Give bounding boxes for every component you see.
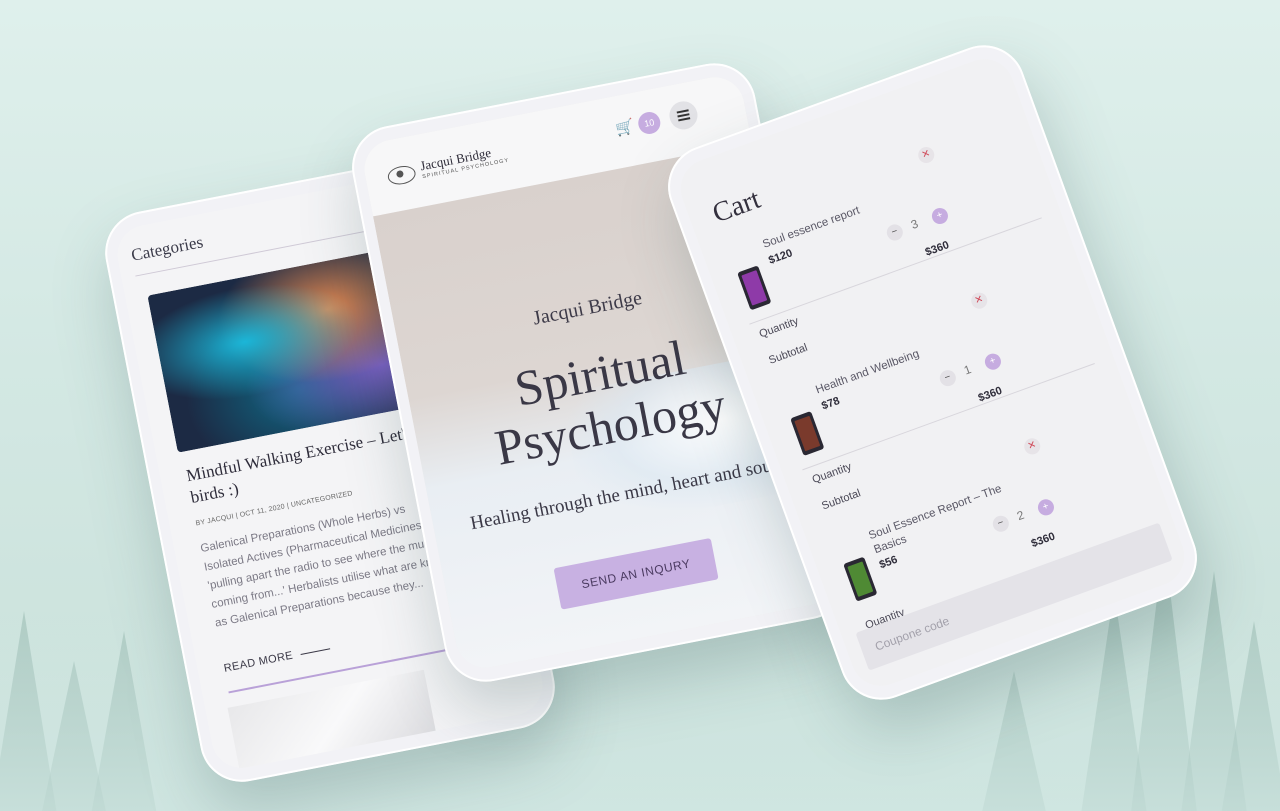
categories-label: Categories: [129, 232, 205, 265]
item-total: $360: [1029, 530, 1057, 551]
read-more-label: READ MORE: [222, 649, 295, 675]
quantity-value: 1: [962, 362, 974, 378]
quantity-value: 3: [909, 216, 921, 232]
cart-icon[interactable]: 🛒: [614, 117, 636, 138]
send-inquiry-button[interactable]: SEND AN INQURY: [553, 537, 719, 610]
increase-qty-button[interactable]: +: [982, 351, 1004, 372]
hamburger-menu-icon[interactable]: [667, 98, 700, 132]
product-name[interactable]: Soul essence report: [761, 187, 907, 252]
remove-item-icon[interactable]: ✕: [915, 144, 937, 166]
product-price: $78: [820, 394, 842, 413]
product-thumbnail[interactable]: [737, 265, 772, 311]
decrease-qty-button[interactable]: −: [884, 222, 906, 243]
decrease-qty-button[interactable]: −: [990, 513, 1012, 534]
cart-count-badge[interactable]: 10: [636, 110, 663, 136]
eye-logo-icon[interactable]: [386, 163, 418, 187]
increase-qty-button[interactable]: +: [1035, 497, 1057, 518]
product-thumbnail[interactable]: [790, 410, 825, 457]
decrease-qty-button[interactable]: −: [937, 367, 959, 389]
quantity-value: 2: [1015, 507, 1027, 524]
product-thumbnail[interactable]: [843, 556, 878, 602]
increase-qty-button[interactable]: +: [929, 205, 951, 227]
read-more-link[interactable]: READ MORE: [222, 642, 332, 675]
arrow-right-icon: [300, 647, 331, 655]
